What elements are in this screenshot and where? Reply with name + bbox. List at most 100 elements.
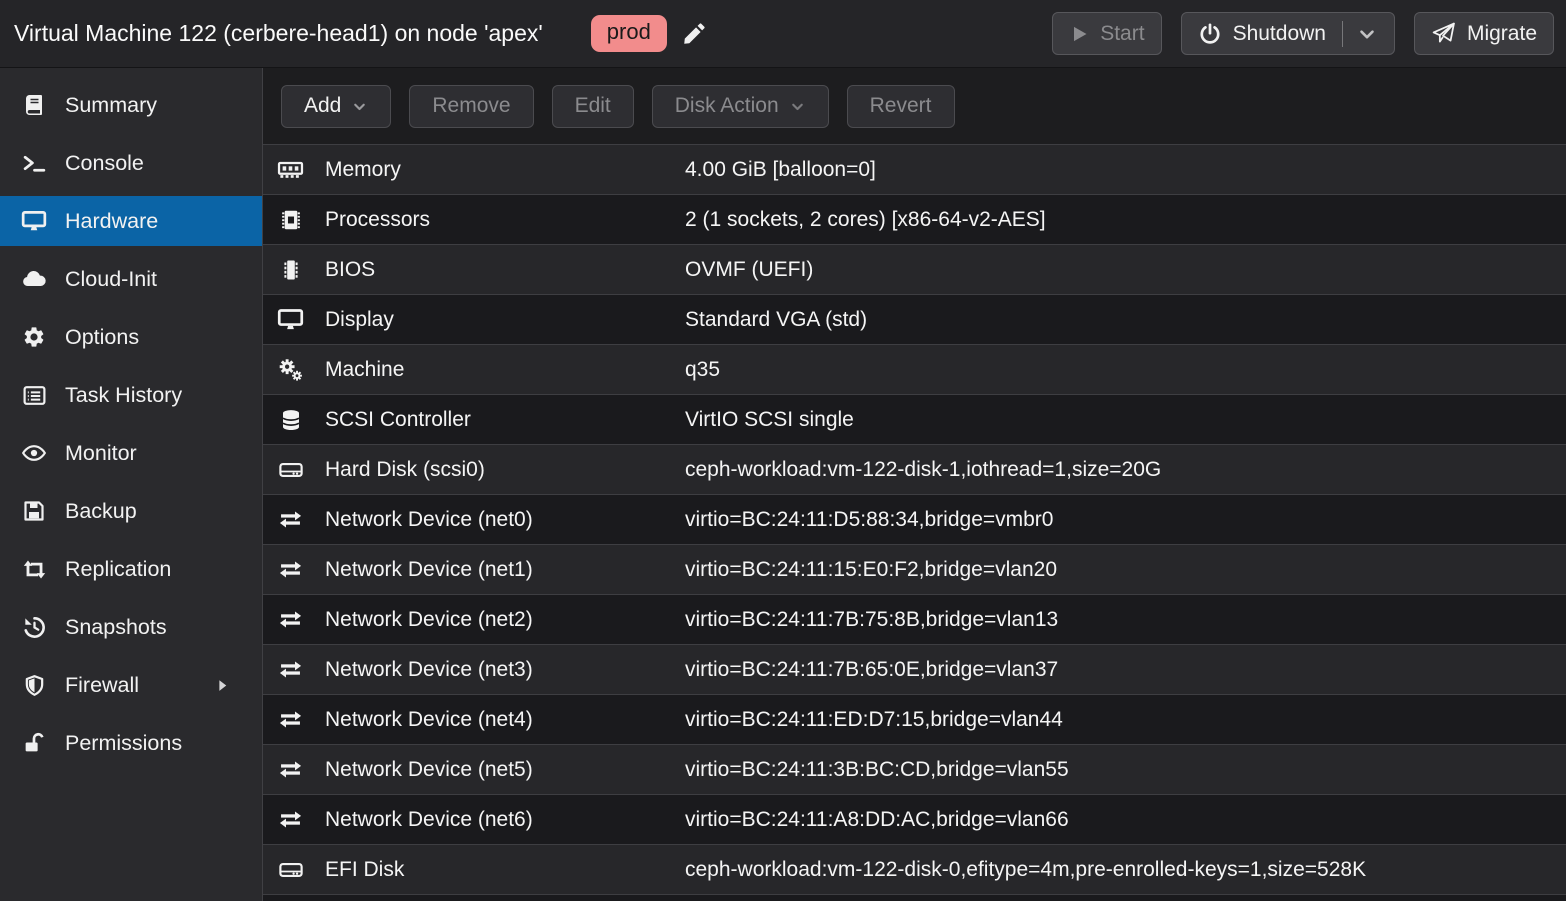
exchange-icon	[277, 756, 304, 783]
sidebar-item-options[interactable]: Options	[0, 312, 262, 362]
sidebar-item-label: Cloud-Init	[65, 267, 157, 292]
hw-row-partial	[263, 895, 1566, 901]
start-button[interactable]: Start	[1052, 12, 1161, 55]
hw-row-value: virtio=BC:24:11:7B:65:0E,bridge=vlan37	[685, 658, 1058, 682]
eye-icon	[16, 440, 52, 466]
hw-row-label: EFI Disk	[325, 858, 685, 882]
sidebar-item-snapshots[interactable]: Snapshots	[0, 602, 262, 652]
vm-sidebar: Summary Console Hardware Cloud-Init Opti	[0, 68, 263, 901]
add-button[interactable]: Add	[281, 85, 391, 128]
hw-row-bios[interactable]: BIOS OVMF (UEFI)	[263, 245, 1566, 295]
sidebar-item-summary[interactable]: Summary	[0, 80, 262, 130]
bios-chip-icon	[277, 258, 304, 282]
hw-row-memory[interactable]: Memory 4.00 GiB [balloon=0]	[263, 145, 1566, 195]
sidebar-item-label: Backup	[65, 499, 137, 524]
hw-row-scsi-controller[interactable]: SCSI Controller VirtIO SCSI single	[263, 395, 1566, 445]
hw-row-value: virtio=BC:24:11:15:E0:F2,bridge=vlan20	[685, 558, 1057, 582]
tag-badge: prod	[591, 15, 667, 51]
hw-row-machine[interactable]: Machine q35	[263, 345, 1566, 395]
hw-row-value: OVMF (UEFI)	[685, 258, 813, 282]
shutdown-button[interactable]: Shutdown	[1181, 12, 1395, 55]
chevron-down-icon	[789, 98, 806, 115]
exchange-icon	[277, 606, 304, 633]
migrate-button[interactable]: Migrate	[1414, 12, 1554, 55]
hw-row-net3[interactable]: Network Device (net3) virtio=BC:24:11:7B…	[263, 645, 1566, 695]
sidebar-item-label: Firewall	[65, 673, 139, 698]
sidebar-item-task-history[interactable]: Task History	[0, 370, 262, 420]
hw-row-label: Network Device (net0)	[325, 508, 685, 532]
history-icon	[16, 615, 52, 640]
hw-row-net2[interactable]: Network Device (net2) virtio=BC:24:11:7B…	[263, 595, 1566, 645]
sidebar-item-cloud-init[interactable]: Cloud-Init	[0, 254, 262, 304]
sidebar-item-label: Permissions	[65, 731, 182, 756]
sidebar-item-hardware[interactable]: Hardware	[0, 196, 262, 246]
unlock-icon	[16, 731, 52, 756]
sidebar-item-label: Replication	[65, 557, 171, 582]
list-icon	[16, 383, 52, 408]
shutdown-menu-chevron-down-icon[interactable]	[1356, 23, 1378, 45]
exchange-icon	[277, 556, 304, 583]
exchange-icon	[277, 506, 304, 533]
cloud-icon	[16, 266, 52, 292]
hw-row-display[interactable]: Display Standard VGA (std)	[263, 295, 1566, 345]
edit-button[interactable]: Edit	[552, 85, 634, 128]
sidebar-item-firewall[interactable]: Firewall	[0, 660, 262, 710]
hw-row-value: virtio=BC:24:11:3B:BC:CD,bridge=vlan55	[685, 758, 1069, 782]
hw-row-net1[interactable]: Network Device (net1) virtio=BC:24:11:15…	[263, 545, 1566, 595]
remove-button[interactable]: Remove	[409, 85, 533, 128]
hw-row-label: Memory	[325, 158, 685, 182]
hw-row-label: BIOS	[325, 258, 685, 282]
hw-row-efi-disk[interactable]: EFI Disk ceph-workload:vm-122-disk-0,efi…	[263, 845, 1566, 895]
hw-row-value: virtio=BC:24:11:7B:75:8B,bridge=vlan13	[685, 608, 1058, 632]
sidebar-item-label: Summary	[65, 93, 157, 118]
sidebar-item-label: Hardware	[65, 209, 158, 234]
display-icon	[277, 306, 304, 333]
revert-button[interactable]: Revert	[847, 85, 955, 128]
hw-row-net0[interactable]: Network Device (net0) virtio=BC:24:11:D5…	[263, 495, 1566, 545]
hw-row-value: ceph-workload:vm-122-disk-1,iothread=1,s…	[685, 458, 1161, 482]
hw-row-label: Network Device (net2)	[325, 608, 685, 632]
desktop-icon	[16, 208, 52, 234]
edit-tags-icon[interactable]	[681, 21, 707, 47]
hw-row-value: q35	[685, 358, 720, 382]
exchange-icon	[277, 806, 304, 833]
memory-icon	[277, 156, 304, 183]
hw-row-net4[interactable]: Network Device (net4) virtio=BC:24:11:ED…	[263, 695, 1566, 745]
hw-row-label: SCSI Controller	[325, 408, 685, 432]
hw-row-value: virtio=BC:24:11:A8:DD:AC,bridge=vlan66	[685, 808, 1069, 832]
exchange-icon	[277, 656, 304, 683]
chevron-down-icon	[351, 98, 368, 115]
sidebar-item-backup[interactable]: Backup	[0, 486, 262, 536]
hw-row-value: virtio=BC:24:11:D5:88:34,bridge=vmbr0	[685, 508, 1053, 532]
hw-row-value: Standard VGA (std)	[685, 308, 867, 332]
retweet-icon	[16, 556, 52, 583]
hw-row-net6[interactable]: Network Device (net6) virtio=BC:24:11:A8…	[263, 795, 1566, 845]
hw-row-value: VirtIO SCSI single	[685, 408, 854, 432]
hw-row-label: Hard Disk (scsi0)	[325, 458, 685, 482]
play-icon	[1069, 24, 1089, 44]
hw-row-processors[interactable]: Processors 2 (1 sockets, 2 cores) [x86-6…	[263, 195, 1566, 245]
floppy-icon	[16, 499, 52, 523]
hw-row-net5[interactable]: Network Device (net5) virtio=BC:24:11:3B…	[263, 745, 1566, 795]
hw-row-value: 2 (1 sockets, 2 cores) [x86-64-v2-AES]	[685, 208, 1046, 232]
hdd-icon	[277, 857, 304, 883]
hw-row-value: 4.00 GiB [balloon=0]	[685, 158, 876, 182]
sidebar-item-replication[interactable]: Replication	[0, 544, 262, 594]
hdd-icon	[277, 457, 304, 483]
sidebar-item-label: Monitor	[65, 441, 137, 466]
paper-plane-icon	[1431, 21, 1456, 46]
cpu-icon	[277, 207, 304, 233]
sidebar-item-label: Snapshots	[65, 615, 167, 640]
power-icon	[1198, 22, 1222, 46]
disk-action-button[interactable]: Disk Action	[652, 85, 829, 128]
hardware-toolbar: Add Remove Edit Disk Action Revert	[263, 68, 1566, 145]
hw-row-label: Processors	[325, 208, 685, 232]
sidebar-item-permissions[interactable]: Permissions	[0, 718, 262, 768]
sidebar-item-label: Console	[65, 151, 144, 176]
sidebar-item-label: Task History	[65, 383, 182, 408]
terminal-icon	[16, 151, 52, 176]
hw-row-label: Network Device (net1)	[325, 558, 685, 582]
sidebar-item-monitor[interactable]: Monitor	[0, 428, 262, 478]
hw-row-hard-disk[interactable]: Hard Disk (scsi0) ceph-workload:vm-122-d…	[263, 445, 1566, 495]
sidebar-item-console[interactable]: Console	[0, 138, 262, 188]
